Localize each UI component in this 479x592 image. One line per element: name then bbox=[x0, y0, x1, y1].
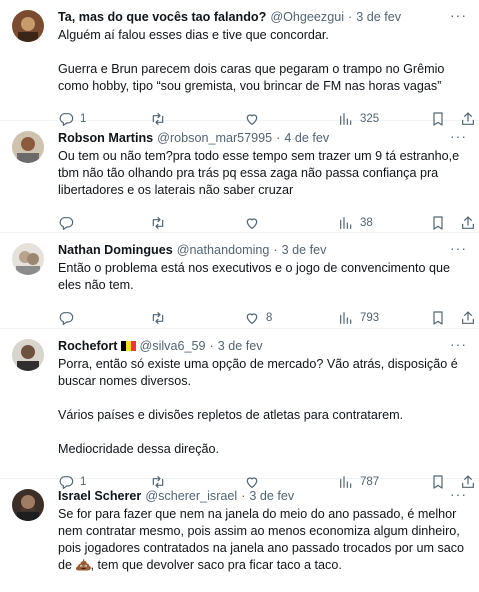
avatar[interactable] bbox=[12, 243, 44, 275]
avatar[interactable] bbox=[12, 489, 44, 521]
heart-icon bbox=[246, 218, 258, 229]
more-icon[interactable]: ··· bbox=[450, 337, 467, 351]
author-handle[interactable]: @robson_mar57995 bbox=[157, 129, 272, 147]
views-count: 38 bbox=[360, 217, 373, 229]
author-handle[interactable]: @silva6_59 bbox=[139, 337, 205, 355]
avatar[interactable] bbox=[12, 10, 44, 42]
heart-icon bbox=[246, 313, 258, 324]
more-icon[interactable]: ··· bbox=[450, 129, 467, 143]
avatar[interactable] bbox=[12, 131, 44, 163]
separator-dot: · bbox=[276, 131, 281, 145]
timestamp[interactable]: 3 de fev bbox=[249, 487, 294, 505]
separator-dot: · bbox=[348, 10, 353, 24]
bookmark-icon bbox=[433, 311, 443, 325]
belgium-flag-icon bbox=[121, 341, 136, 351]
tweet-text: Se for para fazer que nem na janela do m… bbox=[58, 506, 467, 574]
tweet[interactable]: Israel Scherer @scherer_israel · 3 de fe… bbox=[0, 479, 479, 592]
tweet-text: Ou tem ou não tem?pra todo esse tempo se… bbox=[58, 149, 463, 197]
author-name[interactable]: Israel Scherer bbox=[58, 487, 141, 505]
author-handle[interactable]: @scherer_israel bbox=[145, 487, 237, 505]
separator-dot: · bbox=[273, 243, 278, 257]
bookmark-icon bbox=[433, 216, 443, 230]
author-name[interactable]: Ta, mas do que vocês tao falando? bbox=[58, 8, 266, 26]
tweet[interactable]: Ta, mas do que vocês tao falando? @Ohgee… bbox=[0, 0, 479, 126]
author-handle[interactable]: @Ohgeezgui bbox=[270, 8, 344, 26]
pile-of-poo-emoji bbox=[75, 558, 91, 571]
timestamp[interactable]: 3 de fev bbox=[218, 337, 263, 355]
author-name[interactable]: Rochefort bbox=[58, 337, 117, 355]
retweet-icon bbox=[152, 217, 164, 229]
avatar[interactable] bbox=[12, 339, 44, 371]
tweet-text: Então o problema está nos executivos e o… bbox=[58, 261, 454, 292]
views-count: 793 bbox=[360, 312, 380, 324]
retweet-icon bbox=[152, 312, 164, 324]
share-icon bbox=[462, 216, 474, 229]
tweet-text: Porra, então só existe uma opção de merc… bbox=[58, 357, 458, 456]
author-name[interactable]: Robson Martins bbox=[58, 129, 153, 147]
tweet[interactable]: Nathan Domingues @nathandoming · 3 de fe… bbox=[0, 233, 479, 329]
timestamp[interactable]: 3 de fev bbox=[282, 241, 327, 259]
views-icon bbox=[340, 312, 352, 324]
tweet[interactable]: Robson Martins @robson_mar57995 · 4 de f… bbox=[0, 121, 479, 233]
tweet[interactable]: Rochefort @silva6_59 · 3 de fev Porra, e… bbox=[0, 329, 479, 489]
separator-dot: · bbox=[241, 489, 246, 503]
tweet-text-tail: , tem que devolver saco pra ficar taco a… bbox=[90, 558, 342, 572]
more-icon[interactable]: ··· bbox=[450, 487, 467, 501]
reply-icon bbox=[59, 312, 74, 325]
share-icon bbox=[462, 311, 474, 324]
more-icon[interactable]: ··· bbox=[450, 8, 467, 22]
tweet-text: Alguém aí falou esses dias e tive que co… bbox=[58, 28, 445, 93]
separator-dot: · bbox=[209, 339, 214, 353]
views-icon bbox=[340, 217, 352, 229]
like-count: 8 bbox=[266, 312, 273, 324]
reply-feed: Ta, mas do que vocês tao falando? @Ohgee… bbox=[0, 0, 479, 592]
timestamp[interactable]: 4 de fev bbox=[284, 129, 329, 147]
author-handle[interactable]: @nathandoming bbox=[177, 241, 270, 259]
author-name[interactable]: Nathan Domingues bbox=[58, 241, 173, 259]
timestamp[interactable]: 3 de fev bbox=[356, 8, 401, 26]
more-icon[interactable]: ··· bbox=[450, 241, 467, 255]
reply-icon bbox=[59, 217, 74, 230]
